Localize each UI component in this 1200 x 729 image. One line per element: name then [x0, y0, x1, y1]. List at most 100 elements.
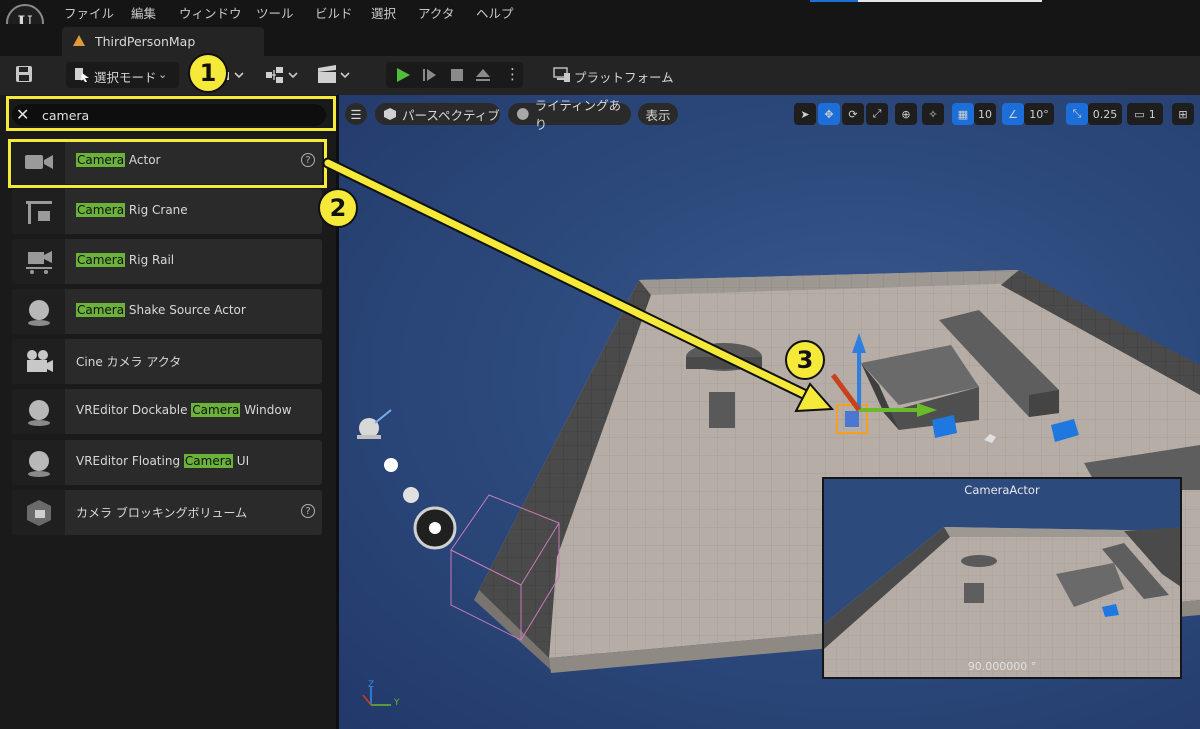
stop-icon[interactable]: [449, 67, 465, 83]
menu-tools[interactable]: ツール: [256, 3, 294, 22]
axis-z-label: Z: [368, 680, 375, 690]
film-camera-icon: [12, 339, 65, 384]
actor-list-item[interactable]: Camera Rig Rail: [12, 239, 322, 284]
platforms-button[interactable]: プラットフォーム ⌄: [541, 62, 679, 88]
grid-snap-value[interactable]: 10: [974, 103, 996, 125]
chevron-down-icon: ⌄: [158, 68, 168, 81]
rotation-snap-value[interactable]: 10°: [1024, 103, 1054, 125]
rotation-snap-icon[interactable]: ∠: [1002, 103, 1024, 125]
more-options-icon[interactable]: ⋮: [505, 65, 520, 83]
menu-build[interactable]: ビルド: [315, 3, 353, 22]
sphere-icon: [12, 440, 65, 485]
annotation-step-3: 3: [785, 340, 825, 380]
actor-label-suffix: UI: [232, 454, 250, 468]
layout-icon[interactable]: ⊞: [1172, 103, 1194, 125]
camera-speed-button[interactable]: ▭ 1: [1127, 103, 1163, 125]
actor-list-label: カメラ ブロッキングボリューム: [76, 504, 247, 521]
search-match-highlight: Camera: [76, 203, 126, 217]
search-match-highlight: Camera: [76, 253, 126, 267]
camera-speed-value: 1: [1148, 107, 1156, 121]
lighting-button[interactable]: ライティングあり: [508, 98, 631, 132]
cube-icon: [384, 108, 396, 120]
camera-preview-title: CameraActor: [964, 483, 1040, 497]
select-mode-label: 選択モード: [94, 70, 157, 85]
blocking-volume-icon: [12, 490, 65, 535]
annotation-box-search: [6, 96, 336, 131]
camera-preview: [822, 477, 1182, 679]
select-mode-icon: [75, 68, 89, 82]
actor-list-item[interactable]: カメラ ブロッキングボリューム?: [12, 490, 322, 535]
search-match-highlight: Camera: [76, 303, 126, 317]
hamburger-icon: ☰: [350, 106, 362, 122]
menu-edit[interactable]: 編集: [131, 3, 156, 22]
annotation-step-1: 1: [188, 53, 228, 93]
scale-snap-value[interactable]: 0.25: [1088, 103, 1122, 125]
blueprint-icon[interactable]: [264, 64, 300, 90]
actor-list-label: VREditor Floating Camera UI: [76, 454, 249, 468]
sphere-icon: [516, 108, 529, 120]
sphere-icon: [12, 289, 65, 334]
show-button[interactable]: 表示: [638, 103, 678, 125]
camera-preview-fov: 90.000000 °: [967, 660, 1037, 673]
actor-list-item[interactable]: Camera Shake Source Actor: [12, 289, 322, 334]
crane-icon: [12, 189, 65, 234]
actor-label-prefix: カメラ ブロッキングボリューム: [76, 506, 248, 520]
actor-list-item[interactable]: VREditor Dockable Camera Window: [12, 389, 322, 434]
actor-label-prefix: VREditor Floating: [76, 454, 184, 468]
eject-icon[interactable]: [475, 67, 491, 83]
world-space-icon[interactable]: ⊕: [895, 103, 917, 125]
lighting-label: ライティングあり: [534, 98, 622, 132]
play-controls: ⋮: [386, 62, 523, 88]
help-icon[interactable]: ?: [301, 504, 315, 518]
camera-preview-render: [824, 527, 1180, 677]
actor-list-label: Camera Rig Crane: [76, 203, 188, 217]
actor-label-prefix: VREditor Dockable: [76, 403, 192, 417]
menu-select[interactable]: 選択: [371, 3, 396, 22]
menu-help[interactable]: ヘルプ: [476, 3, 514, 22]
axis-y-label: Y: [394, 698, 400, 708]
actor-list-label: Cine カメラ アクタ: [76, 353, 181, 370]
play-icon[interactable]: [395, 67, 411, 83]
grid-snap-icon[interactable]: ▦: [952, 103, 974, 125]
platform-label: プラットフォーム: [574, 70, 674, 85]
tab-label: ThirdPersonMap: [95, 34, 196, 49]
actor-label-suffix: Shake Source Actor: [125, 303, 246, 317]
save-icon[interactable]: [14, 64, 34, 88]
rail-icon: [12, 239, 65, 284]
perspective-label: パースペクティブ: [402, 107, 500, 123]
rotate-tool-icon[interactable]: ⟳: [842, 103, 864, 125]
cinematics-icon[interactable]: [316, 64, 352, 90]
perspective-button[interactable]: パースペクティブ: [375, 103, 500, 125]
select-tool-icon[interactable]: ➤: [794, 103, 816, 125]
select-mode-button[interactable]: 選択モード ⌄: [66, 62, 179, 88]
actor-label-suffix: Rig Crane: [125, 203, 188, 217]
platform-icon: [553, 67, 570, 82]
menu-file[interactable]: ファイル: [64, 3, 114, 22]
scale-snap-icon[interactable]: ⤡: [1066, 103, 1088, 125]
surface-snap-icon[interactable]: ✧: [922, 103, 944, 125]
level-icon: [73, 35, 85, 46]
scale-tool-icon[interactable]: ⤢: [866, 103, 888, 125]
actor-label-suffix: Rig Rail: [125, 253, 175, 267]
chevron-down-icon: ⌄: [663, 68, 673, 81]
actor-list-label: VREditor Dockable Camera Window: [76, 403, 292, 417]
search-match-highlight: Camera: [183, 454, 233, 468]
actor-list-label: Camera Shake Source Actor: [76, 303, 246, 317]
advance-frame-icon[interactable]: [422, 67, 438, 83]
camera-speed-icon: ▭: [1134, 107, 1145, 121]
actor-label-suffix: Window: [240, 403, 292, 417]
title-bar-accent: [810, 0, 858, 2]
menu-window[interactable]: ウィンドウ: [179, 3, 242, 22]
actor-list-label: Camera Rig Rail: [76, 253, 174, 267]
actor-list-item[interactable]: Camera Rig Crane: [12, 189, 322, 234]
actor-list-item[interactable]: VREditor Floating Camera UI: [12, 440, 322, 485]
menu-actor[interactable]: アクタ: [418, 3, 454, 22]
annotation-step-2: 2: [318, 188, 358, 228]
annotation-box-camera-actor: [8, 139, 327, 188]
viewport-menu-button[interactable]: ☰: [345, 103, 367, 125]
actor-list-item[interactable]: Cine カメラ アクタ: [12, 339, 322, 384]
search-match-highlight: Camera: [191, 403, 241, 417]
move-tool-icon[interactable]: ✥: [818, 103, 840, 125]
actor-label-prefix: Cine カメラ アクタ: [76, 355, 182, 369]
sphere-icon: [12, 389, 65, 434]
